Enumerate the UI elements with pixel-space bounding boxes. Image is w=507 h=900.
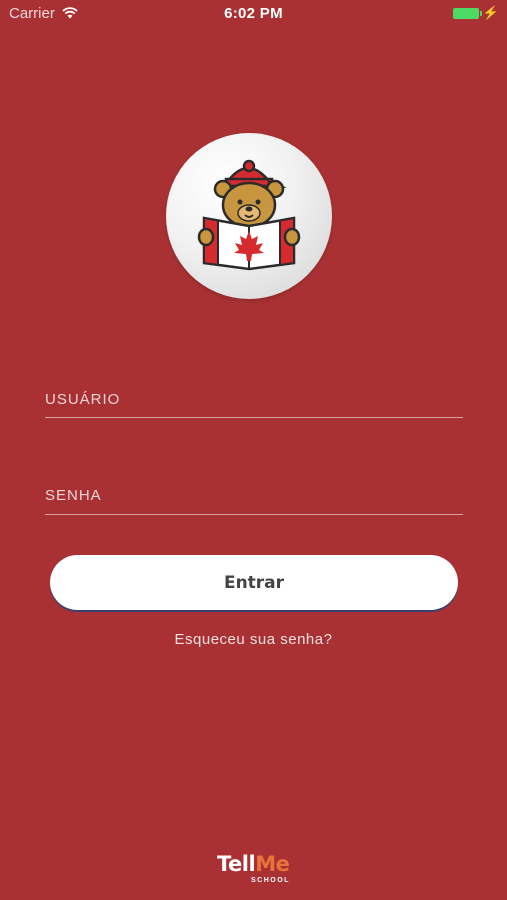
login-button[interactable]: Entrar	[50, 555, 458, 610]
brand-logo: TellMe SCHOOL	[213, 852, 303, 888]
status-bar: Carrier 6:02 PM ⚡	[0, 0, 507, 28]
bear-reading-canada-flag-icon	[197, 159, 301, 271]
username-field[interactable]	[45, 385, 463, 418]
app-logo	[166, 133, 332, 299]
brand-name: TellMe	[217, 852, 290, 876]
forgot-password-link[interactable]: Esqueceu sua senha?	[0, 631, 507, 648]
username-input[interactable]	[45, 385, 463, 413]
brand-subtitle: SCHOOL	[251, 877, 290, 884]
charging-icon: ⚡	[482, 5, 499, 20]
password-input[interactable]	[45, 481, 463, 509]
status-time: 6:02 PM	[224, 5, 283, 22]
brand-name-tell: Tell	[217, 852, 256, 876]
battery-icon	[453, 8, 482, 19]
password-field[interactable]	[45, 481, 463, 515]
brand-name-me: Me	[255, 852, 290, 876]
